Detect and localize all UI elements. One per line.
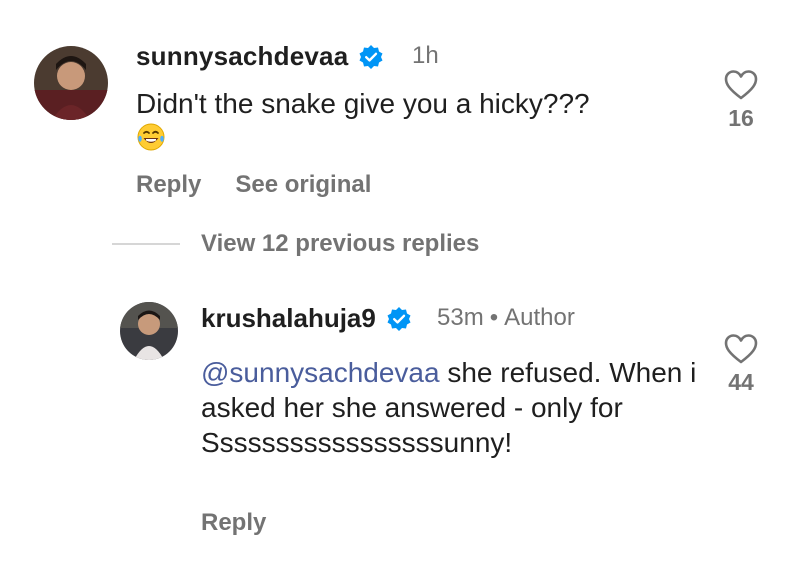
avatar[interactable] bbox=[34, 46, 108, 120]
author-badge: Author bbox=[504, 304, 575, 331]
heart-icon[interactable] bbox=[724, 70, 758, 100]
reply-text: @sunnysachdevaa she refused. When i aske… bbox=[201, 357, 697, 458]
comment-timestamp: 1h bbox=[412, 42, 439, 69]
face-with-tears-of-joy-icon bbox=[136, 122, 166, 152]
reply-username[interactable]: krushalahuja9 bbox=[201, 300, 412, 336]
reply-meta: 53m • Author bbox=[437, 300, 575, 336]
like-count: 16 bbox=[728, 105, 754, 131]
reply-timestamp: 53m bbox=[437, 304, 484, 331]
verified-badge-icon bbox=[358, 43, 384, 70]
reply-button[interactable]: Reply bbox=[201, 506, 266, 540]
divider bbox=[112, 243, 180, 245]
comment-thread: sunnysachdevaa 1h Didn't the snake give … bbox=[0, 0, 800, 568]
avatar[interactable] bbox=[120, 302, 178, 360]
like-control: 44 bbox=[716, 334, 766, 396]
comment-username[interactable]: sunnysachdevaa bbox=[136, 38, 384, 74]
view-previous-replies-button[interactable]: View 12 previous replies bbox=[201, 227, 479, 261]
heart-icon[interactable] bbox=[724, 334, 758, 364]
comment-text: Didn't the snake give you a hicky??? bbox=[136, 88, 590, 119]
like-control: 16 bbox=[716, 70, 766, 132]
comment-actions: Reply See original bbox=[136, 168, 405, 202]
reply-button[interactable]: Reply bbox=[136, 171, 201, 198]
meta-separator: • bbox=[489, 304, 499, 331]
verified-badge-icon bbox=[386, 305, 412, 332]
mention-link[interactable]: @sunnysachdevaa bbox=[201, 357, 440, 388]
like-count: 44 bbox=[728, 369, 754, 395]
see-original-button[interactable]: See original bbox=[235, 171, 371, 198]
